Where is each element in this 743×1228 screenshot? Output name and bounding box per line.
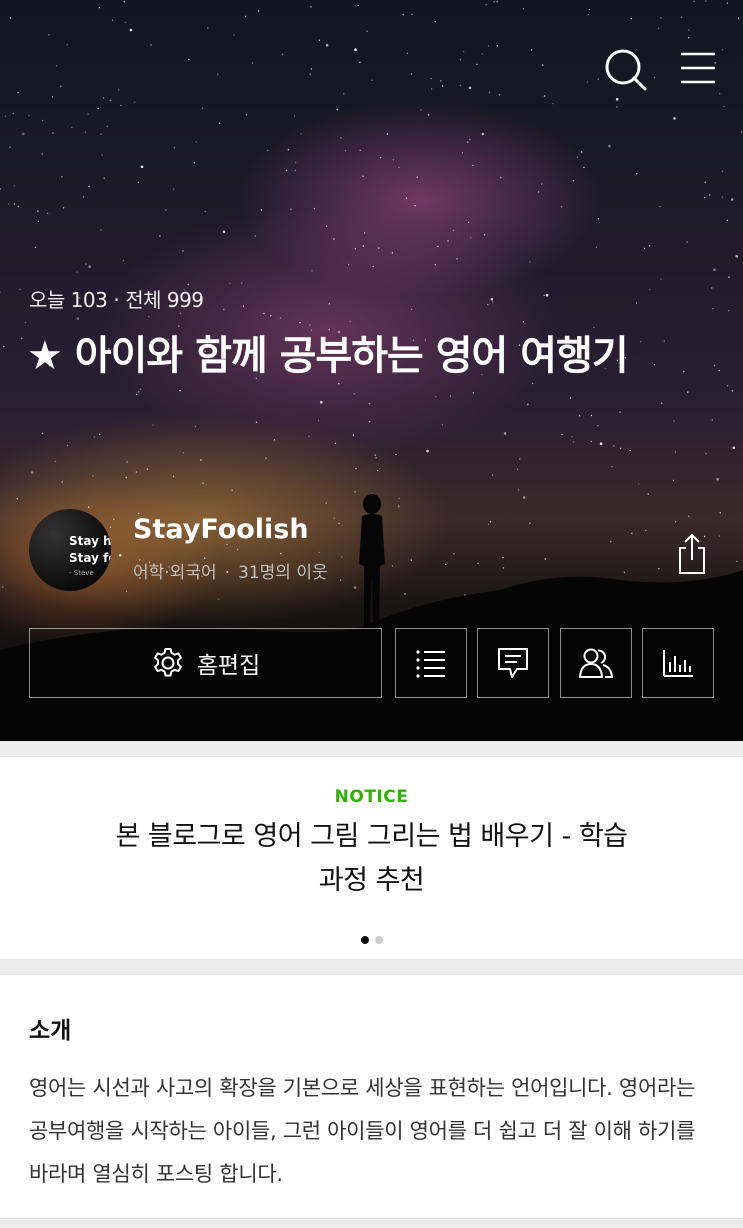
comment-icon <box>498 648 528 678</box>
today-count: 오늘 103 <box>29 288 108 312</box>
statistics-button[interactable] <box>642 628 714 698</box>
category-list-button[interactable] <box>395 628 467 698</box>
notice-title[interactable]: 본 블로그로 영어 그림 그리는 법 배우기 - 학습 과정 추천 <box>100 815 643 903</box>
blog-meta: 어학·외국어 · 31명의 이웃 <box>133 558 328 583</box>
avatar-text-line-3: - Steve <box>69 569 94 577</box>
list-icon <box>416 650 445 678</box>
visitor-stats: 오늘 103 · 전체 999 <box>29 284 204 312</box>
neighbors-button[interactable] <box>560 628 632 698</box>
avatar-text-line-2: Stay for <box>69 551 111 565</box>
intro-heading: 소개 <box>29 1018 72 1044</box>
notice-label: NOTICE <box>334 787 409 807</box>
notice-panel: NOTICE 본 블로그로 영어 그림 그리는 법 배우기 - 학습 과정 추천 <box>0 756 743 960</box>
separator-dot: · <box>224 563 231 583</box>
notice-pager <box>0 929 743 948</box>
guestbook-button[interactable] <box>477 628 549 698</box>
stats-icon <box>663 650 693 677</box>
person-silhouette <box>359 494 385 626</box>
neighbor-count[interactable]: 31명의 이웃 <box>238 563 328 583</box>
gear-icon <box>153 648 182 677</box>
search-icon[interactable] <box>602 46 648 92</box>
blog-title[interactable]: ★ 아이와 함께 공부하는 영어 여행기 <box>27 326 687 386</box>
share-icon[interactable] <box>672 532 712 576</box>
separator-dot: · <box>113 288 120 312</box>
total-count: 전체 999 <box>125 288 204 312</box>
pager-dot[interactable] <box>374 936 383 944</box>
intro-text: 영어는 시선과 사고의 확장을 기본으로 세상을 표현하는 언어입니다. 영어라… <box>29 1076 696 1186</box>
neighbors-icon <box>579 648 614 678</box>
home-edit-button[interactable]: 홈편집 <box>29 628 382 698</box>
home-edit-label: 홈편집 <box>196 653 261 679</box>
intro-panel: 소개 영어는 시선과 사고의 확장을 기본으로 세상을 표현하는 언어입니다. … <box>0 974 743 1219</box>
pager-dot-active[interactable] <box>360 936 369 944</box>
avatar[interactable]: Stay hu Stay for - Steve <box>29 509 111 591</box>
avatar-text-line-1: Stay hu <box>69 534 111 548</box>
hamburger-menu-icon[interactable] <box>678 50 718 86</box>
blog-category: 어학·외국어 <box>133 563 217 583</box>
blog-owner-name[interactable]: StayFoolish <box>133 514 309 545</box>
blog-cover: 오늘 103 · 전체 999 ★ 아이와 함께 공부하는 영어 여행기 Stay … <box>0 0 743 741</box>
